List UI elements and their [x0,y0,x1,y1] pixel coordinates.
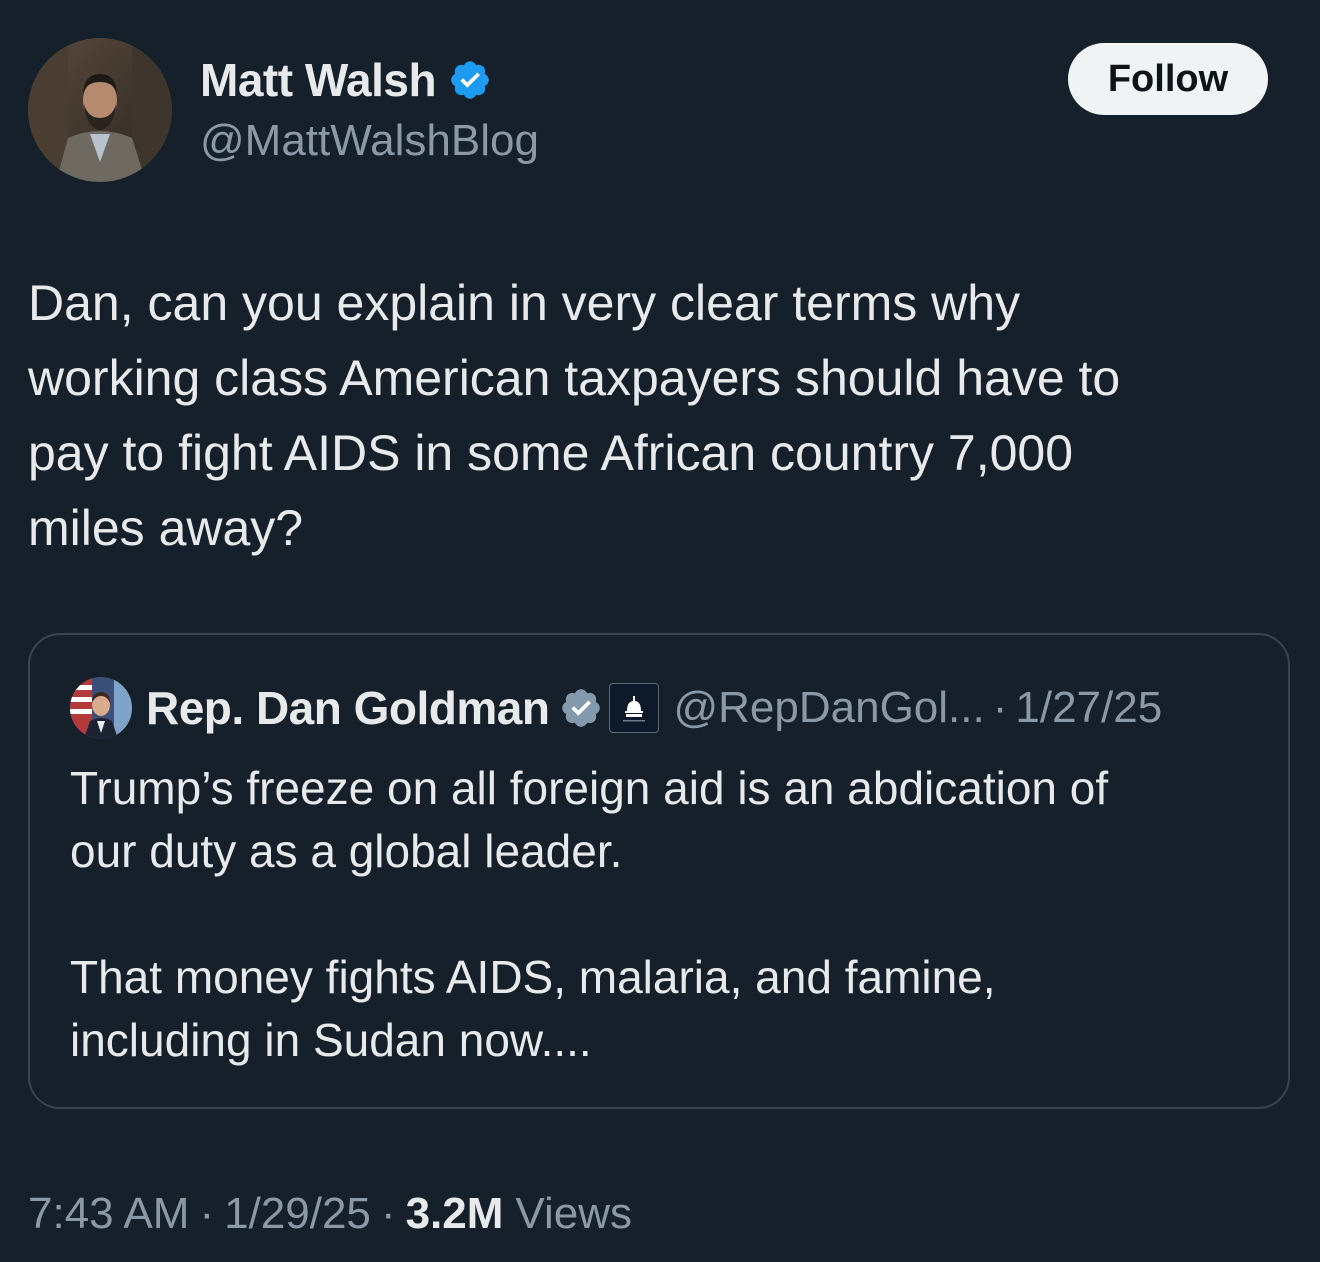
profile-photo-icon [70,677,132,739]
tweet-meta: 7:43 AM · 1/29/25 · 3.2M Views [28,1182,632,1246]
quoted-author-handle[interactable]: @RepDanGol... [673,683,984,733]
tweet-text: Dan, can you explain in very clear terms… [28,275,1121,556]
verified-badge-icon [451,61,489,99]
views-count[interactable]: 3.2M [406,1189,504,1239]
profile-photo-icon [28,38,172,182]
author-name-row: Matt Walsh [200,52,492,108]
separator-dot: · [199,1189,215,1238]
separator-dot: · [380,1189,396,1238]
quoted-author-name[interactable]: Rep. Dan Goldman [146,681,550,735]
author-handle[interactable]: @MattWalshBlog [200,116,539,166]
author-name[interactable]: Matt Walsh [200,53,437,107]
separator-dot: · [992,683,1008,732]
author-avatar[interactable] [28,38,172,182]
tweet-time[interactable]: 7:43 AM [28,1189,189,1239]
tweet-date[interactable]: 1/29/25 [224,1189,371,1239]
quoted-tweet-text: Trump’s freeze on all foreign aid is an … [70,762,1109,1066]
capitol-dome-icon [609,683,660,733]
tweet-header: Matt Walsh @MattWalshBlog Follow [28,38,1292,188]
government-verified-badge-icon [562,689,601,727]
quoted-tweet-header: Rep. Dan Goldman @RepDanGol... · 1/27/25 [70,677,1162,739]
views-label: Views [515,1189,632,1238]
quoted-tweet-card[interactable]: Rep. Dan Goldman @RepDanGol... · 1/27/25… [28,633,1290,1109]
follow-button[interactable]: Follow [1068,43,1268,115]
quoted-author-avatar[interactable] [70,677,132,739]
quoted-tweet-date[interactable]: 1/27/25 [1015,683,1162,733]
